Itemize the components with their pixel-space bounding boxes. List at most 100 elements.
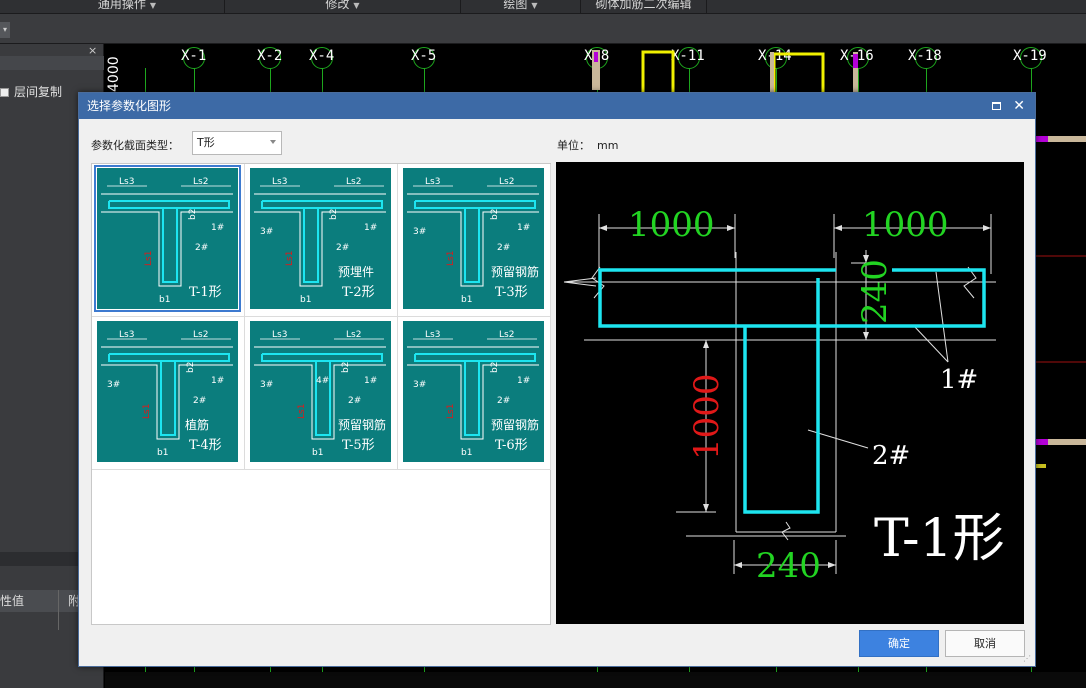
shape-option-5[interactable]: Ls3 Ls2 b1 b2 Ls1 2# 1# 3# 4# 预留钢筋 T-5形 bbox=[245, 317, 398, 470]
shape-name-label: T-1形 bbox=[874, 509, 1005, 569]
shape-thumbnail: Ls3 Ls2 b1 b2 Ls1 2# 1# 3# 植筋 T-4形 bbox=[97, 321, 238, 462]
ls2-label: Ls2 bbox=[499, 330, 514, 340]
maximize-icon[interactable] bbox=[992, 102, 1001, 110]
ls1-label: Ls1 bbox=[446, 404, 456, 419]
bar1-label: 1# bbox=[940, 365, 978, 395]
shape-extra-label: 预留钢筋 bbox=[491, 264, 539, 279]
shape-thumbnail: Ls3 Ls2 b1 b2 Ls1 2# 1# 3# 预留钢筋 T-6形 bbox=[403, 321, 544, 462]
close-icon[interactable]: ✕ bbox=[1013, 93, 1025, 119]
bar2-label: 2# bbox=[872, 441, 910, 471]
ls2-label: Ls2 bbox=[193, 330, 208, 340]
shape-extra-label: 预留钢筋 bbox=[338, 417, 386, 432]
shape-thumbnail: Ls3 Ls2 b1 b2 Ls1 2# 1# T-1形 bbox=[94, 165, 241, 312]
shape-option-2[interactable]: Ls3 Ls2 b1 b2 Ls1 2# 1# 3# 预埋件 T-2形 bbox=[245, 164, 398, 317]
bar1-label: 1# bbox=[211, 376, 224, 386]
shape-name-label: T-4形 bbox=[189, 438, 222, 453]
ls1-label: Ls1 bbox=[297, 404, 307, 419]
rebar-line bbox=[160, 361, 176, 436]
ls2-label: Ls2 bbox=[346, 330, 361, 340]
shape-option-1[interactable]: Ls3 Ls2 b1 b2 Ls1 2# 1# T-1形 bbox=[92, 164, 245, 317]
select-parametric-shape-dialog: 选择参数化图形 ✕ 参数化截面类型： T形 单位： mm Ls3 Ls2 b1 b2 L… bbox=[78, 92, 1036, 667]
shape-diagram: Ls3 Ls2 b1 b2 Ls1 2# 1# 3# 预留钢筋 T-6形 bbox=[407, 330, 539, 458]
shape-name-label: T-3形 bbox=[495, 285, 528, 300]
toolbar-group-masonry[interactable]: 砌体加筋二次编辑 bbox=[581, 0, 707, 13]
dim-top-right: 1000 bbox=[862, 205, 949, 245]
rebar-line bbox=[414, 353, 536, 362]
ls3-label: Ls3 bbox=[425, 330, 440, 340]
b1-label: b1 bbox=[461, 295, 472, 305]
bar3-label: 3# bbox=[260, 227, 273, 237]
ls2-label: Ls2 bbox=[499, 177, 514, 187]
shape-extra-label: 植筋 bbox=[185, 417, 209, 432]
ls3-label: Ls3 bbox=[119, 177, 134, 187]
shape-thumbnail: Ls3 Ls2 b1 b2 Ls1 2# 1# 3# 预留钢筋 T-3形 bbox=[403, 168, 544, 309]
ls1-label: Ls1 bbox=[285, 251, 295, 266]
column-divider bbox=[58, 590, 59, 630]
shape-thumbnail: Ls3 Ls2 b1 b2 Ls1 2# 1# 3# 预埋件 T-2形 bbox=[250, 168, 391, 309]
panel-header bbox=[0, 56, 104, 70]
rebar-line bbox=[464, 208, 480, 283]
chevron-down-icon bbox=[270, 140, 276, 144]
bar3-label: 3# bbox=[107, 380, 120, 390]
bar2-label: 2# bbox=[195, 243, 208, 253]
b1-label: b1 bbox=[159, 295, 170, 305]
rebar-line bbox=[162, 208, 178, 283]
checkbox[interactable] bbox=[0, 88, 9, 97]
resize-grip-icon[interactable]: ⋰ bbox=[1023, 654, 1033, 664]
ls3-label: Ls3 bbox=[119, 330, 134, 340]
bar1-label: 1# bbox=[517, 223, 530, 233]
shape-option-4[interactable]: Ls3 Ls2 b1 b2 Ls1 2# 1# 3# 植筋 T-4形 bbox=[92, 317, 245, 470]
ok-button[interactable]: 确定 bbox=[859, 630, 939, 657]
shape-name-label: T-1形 bbox=[189, 285, 222, 300]
shape-diagram: Ls3 Ls2 b1 b2 Ls1 2#1# 3# 4# 预留钢筋 T-5形 bbox=[254, 330, 386, 458]
b2-label: b2 bbox=[490, 362, 500, 373]
bar2-label: 2# bbox=[336, 243, 349, 253]
toolbar-group-modify[interactable]: 修改 ▼ bbox=[225, 0, 461, 13]
toolbar-group-general[interactable]: 通用操作 ▼ bbox=[30, 0, 225, 13]
floor-copy-label: 层间复制 bbox=[14, 85, 63, 99]
b1-label: b1 bbox=[461, 448, 472, 458]
bar4-label: 4# bbox=[316, 376, 329, 386]
bar1-label: 1# bbox=[364, 376, 377, 386]
bar2-label: 2# bbox=[348, 396, 361, 406]
ls3-label: Ls3 bbox=[425, 177, 440, 187]
section-type-select[interactable]: T形 bbox=[192, 131, 282, 155]
shape-thumbnail: Ls3 Ls2 b1 b2 Ls1 2# 1# 3# 4# 预留钢筋 T-5形 bbox=[250, 321, 391, 462]
cancel-button[interactable]: 取消 bbox=[945, 630, 1025, 657]
ls3-label: Ls3 bbox=[272, 330, 287, 340]
sub-toolbar: ▾ bbox=[0, 14, 1086, 44]
shape-option-3[interactable]: Ls3 Ls2 b1 b2 Ls1 2# 1# 3# 预留钢筋 T-3形 bbox=[398, 164, 551, 317]
rebar-line bbox=[464, 361, 480, 436]
dropdown-arrow-icon[interactable]: ▾ bbox=[0, 22, 10, 38]
b1-label: b1 bbox=[312, 448, 323, 458]
rebar-line bbox=[261, 200, 383, 209]
shape-diagram: Ls3 Ls2 b1 b2 Ls1 2# 1# 3# 植筋 T-4形 bbox=[101, 330, 233, 458]
b2-label: b2 bbox=[341, 362, 351, 373]
unit-label: 单位： mm bbox=[557, 137, 618, 153]
rebar-line bbox=[414, 200, 536, 209]
bar1-label: 1# bbox=[364, 223, 377, 233]
chevron-down-icon: ▼ bbox=[531, 1, 538, 10]
shape-name-label: T-2形 bbox=[342, 285, 375, 300]
shape-diagram: Ls3 Ls2 b1 b2 Ls1 2# 1# 3# 预留钢筋 T-3形 bbox=[407, 177, 539, 305]
bar1-label: 1# bbox=[211, 223, 224, 233]
rebar-line bbox=[108, 353, 230, 362]
section-type-value: T形 bbox=[197, 136, 215, 149]
dim-top-left: 1000 bbox=[628, 205, 715, 245]
shape-extra-label: 预埋件 bbox=[338, 265, 374, 279]
rebar-line bbox=[108, 200, 230, 209]
main-toolbar: 通用操作 ▼ 修改 ▼ 绘图 ▼ 砌体加筋二次编辑 bbox=[0, 0, 1086, 14]
unit-label-text: 单位： bbox=[557, 139, 590, 152]
ls2-label: Ls2 bbox=[346, 177, 361, 187]
dim-flange: 240 bbox=[855, 259, 895, 324]
bar2-label: 2# bbox=[497, 396, 510, 406]
shape-diagram: Ls3 Ls2 b1 b2 Ls1 2# 1# 3# 预埋件 T-2形 bbox=[254, 177, 386, 305]
shape-gallery: Ls3 Ls2 b1 b2 Ls1 2# 1# T-1形 Ls3 Ls2 b1 b2 Ls1 2# 1# 3#… bbox=[91, 163, 551, 625]
bar3-label: 3# bbox=[260, 380, 273, 390]
chevron-down-icon: ▼ bbox=[353, 1, 360, 10]
shape-option-6[interactable]: Ls3 Ls2 b1 b2 Ls1 2# 1# 3# 预留钢筋 T-6形 bbox=[398, 317, 551, 470]
bar2-label: 2# bbox=[193, 396, 206, 406]
toolbar-group-draw[interactable]: 绘图 ▼ bbox=[461, 0, 581, 13]
ls1-label: Ls1 bbox=[446, 251, 456, 266]
ls1-label: Ls1 bbox=[142, 404, 152, 419]
